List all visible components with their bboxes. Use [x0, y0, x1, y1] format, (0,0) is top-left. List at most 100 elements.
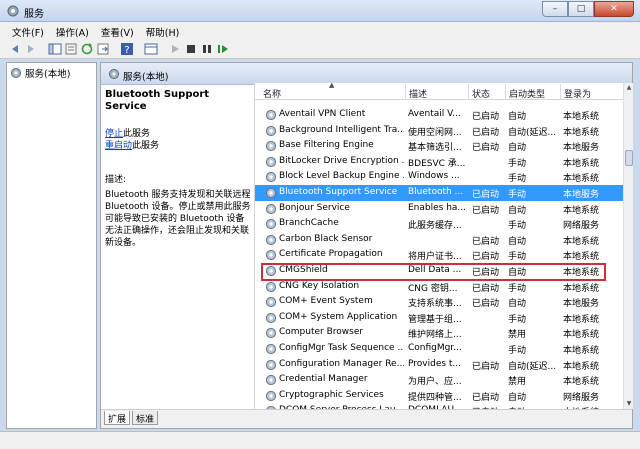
forward-icon[interactable]	[24, 42, 38, 56]
help-icon[interactable]: ?	[120, 42, 134, 56]
title-bar: 服务 – □ ✕	[0, 0, 640, 22]
column-divider[interactable]	[560, 84, 561, 99]
scroll-thumb[interactable]	[625, 150, 633, 166]
table-row[interactable]: Configuration Manager Re... Provides t...…	[255, 357, 623, 373]
toolbar: ?	[0, 39, 640, 59]
table-row[interactable]: Base Filtering Engine 基本筛选引... 已启动 自动 本地服务	[255, 138, 623, 154]
back-icon[interactable]	[8, 42, 22, 56]
service-status-cell: 已启动	[472, 361, 500, 372]
service-name-cell: Background Intelligent Tra...	[279, 124, 404, 135]
service-description-cell: 提供四种管...	[408, 392, 462, 403]
services-list: 名称 ▲ 描述 状态 启动类型 登录为 Aventail VPN Client A…	[254, 83, 623, 409]
column-header-status[interactable]: 状态	[472, 87, 490, 100]
column-divider[interactable]	[468, 84, 469, 99]
service-name-cell: ConfigMgr Task Sequence ...	[279, 343, 404, 353]
service-status-cell: 已启动	[472, 392, 500, 403]
tab-standard[interactable]: 标准	[132, 411, 159, 425]
column-header-startup-type[interactable]: 启动类型	[509, 87, 545, 100]
scroll-up-arrow-icon[interactable]: ▲	[624, 83, 634, 93]
restart-service-link[interactable]: 重启动	[105, 141, 132, 151]
service-name-cell: Bonjour Service	[279, 202, 350, 213]
service-logon-cell: 本地系统	[563, 361, 600, 372]
table-row[interactable]: Block Level Backup Engine ... Windows ...…	[255, 169, 623, 185]
menu-action[interactable]: 操作(A)	[50, 22, 95, 39]
column-divider[interactable]	[505, 84, 506, 99]
column-header-name[interactable]: 名称	[263, 87, 281, 100]
service-name-cell: COM+ System Application	[279, 311, 398, 322]
stop-service-link[interactable]: 停止	[105, 129, 123, 139]
service-gear-icon	[265, 172, 277, 183]
export-list-icon[interactable]	[96, 42, 110, 56]
table-row[interactable]: Cryptographic Services 提供四种管... 已启动 自动 网络服务	[255, 388, 623, 404]
minimize-button[interactable]: –	[542, 1, 568, 17]
service-startup-cell: 手动	[508, 190, 527, 200]
restart-service-icon[interactable]	[216, 42, 230, 56]
service-logon-cell: 本地系统	[563, 158, 600, 169]
table-row[interactable]: Bonjour Service Enables ha... 已启动 自动 本地系统	[255, 201, 623, 217]
service-startup-cell: 自动(延迟...	[508, 361, 557, 372]
service-gear-icon	[265, 343, 277, 355]
service-description-cell: 为用户、应...	[408, 377, 462, 388]
restart-link-suffix: 此服务	[132, 141, 160, 151]
menu-help[interactable]: 帮助(H)	[140, 22, 186, 39]
service-gear-icon	[265, 234, 277, 245]
service-name-cell: BitLocker Drive Encryption ...	[279, 155, 404, 166]
service-description-cell: Windows ...	[408, 171, 460, 182]
service-details: Bluetooth Support Service 停止此服务 重启动此服务 描…	[105, 88, 251, 249]
table-row[interactable]: COM+ Event System 支持系统事... 已启动 自动 本地服务	[255, 294, 623, 310]
console-tree-icon[interactable]	[48, 42, 62, 56]
service-description-cell: ConfigMgr...	[408, 343, 462, 353]
service-name-cell: Computer Browser	[279, 327, 364, 338]
table-row[interactable]: Certificate Propagation 将用户证书... 已启动 手动 本地系统	[255, 247, 623, 263]
scroll-down-arrow-icon[interactable]: ▼	[624, 399, 634, 409]
table-row[interactable]: Background Intelligent Tra... 使用空闲网... 已启动…	[255, 123, 623, 139]
table-row[interactable]: Credential Manager 为用户、应... 禁用 本地系统	[255, 372, 623, 388]
view-icon[interactable]	[144, 42, 158, 56]
refresh-icon[interactable]	[80, 42, 94, 56]
service-startup-cell: 自动	[508, 392, 527, 403]
column-header-description[interactable]: 描述	[409, 87, 427, 100]
service-logon-cell: 本地系统	[563, 330, 600, 341]
service-description-cell: 使用空闲网...	[408, 127, 462, 138]
table-row[interactable]: Computer Browser 维护网络上... 禁用 本地系统	[255, 325, 623, 341]
table-row-selected[interactable]: Bluetooth Support Service Bluetooth ... 已启…	[255, 185, 623, 201]
menu-bar: 文件(F) 操作(A) 查看(V) 帮助(H)	[0, 22, 640, 39]
service-logon-cell: 本地系统	[563, 377, 600, 388]
tree-item-services-local[interactable]: 服务(本地)	[10, 66, 70, 80]
maximize-button[interactable]: □	[568, 1, 594, 17]
service-logon-cell: 本地系统	[563, 127, 600, 138]
svg-text:?: ?	[124, 45, 129, 56]
service-status-cell: 已启动	[472, 236, 500, 247]
table-row[interactable]: COM+ System Application 管理基于组... 手动 本地系统	[255, 310, 623, 326]
menu-file[interactable]: 文件(F)	[6, 22, 50, 39]
close-button[interactable]: ✕	[594, 1, 634, 17]
service-logon-cell: 本地系统	[563, 346, 600, 356]
stop-service-icon[interactable]	[184, 42, 198, 56]
column-divider[interactable]	[405, 84, 406, 99]
column-header-logon-as[interactable]: 登录为	[564, 87, 591, 100]
table-row[interactable]: Aventail VPN Client Aventail V... 已启动 自动 本地系…	[255, 107, 623, 123]
service-gear-icon	[265, 297, 277, 308]
table-row[interactable]: ConfigMgr Task Sequence ... ConfigMgr... 手…	[255, 341, 623, 357]
pause-service-icon[interactable]	[200, 42, 214, 56]
start-service-icon[interactable]	[168, 42, 182, 56]
properties-icon[interactable]	[64, 42, 78, 56]
service-gear-icon	[265, 375, 277, 386]
service-logon-cell: 本地系统	[563, 314, 600, 325]
service-gear-icon	[265, 156, 277, 167]
service-logon-cell: 本地服务	[563, 190, 600, 200]
table-row[interactable]: BitLocker Drive Encryption ... BDESVC 承..…	[255, 154, 623, 170]
service-startup-cell: 禁用	[508, 330, 527, 341]
menu-view[interactable]: 查看(V)	[95, 22, 140, 39]
service-description-cell: Aventail V...	[408, 109, 461, 119]
table-row[interactable]: BranchCache 此服务缓存... 手动 网络服务	[255, 216, 623, 232]
table-row[interactable]: Carbon Black Sensor 已启动 自动 本地系统	[255, 232, 623, 248]
service-startup-cell: 手动	[508, 314, 527, 325]
tab-extended[interactable]: 扩展	[104, 411, 131, 425]
description-label: 描述:	[105, 175, 127, 185]
vertical-scrollbar[interactable]: ▲ ▼	[623, 83, 633, 409]
service-logon-cell: 本地系统	[563, 112, 600, 122]
service-name-cell: Cryptographic Services	[279, 389, 384, 400]
service-logon-cell: 本地服务	[563, 143, 600, 154]
service-status-cell: 已启动	[472, 299, 500, 310]
